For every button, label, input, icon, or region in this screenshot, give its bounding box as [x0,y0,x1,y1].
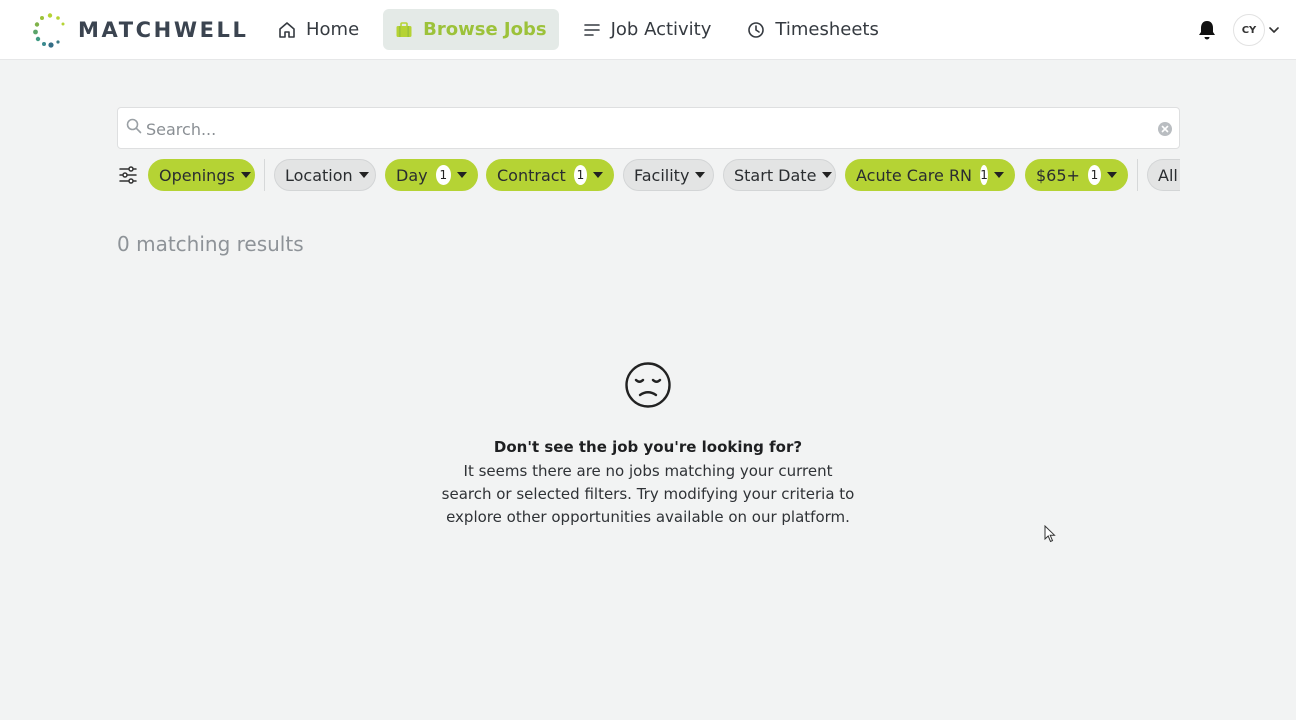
filter-pay-rate-label: $65+ [1036,165,1080,185]
filter-facility-label: Facility [634,165,690,185]
mouse-cursor-icon [1044,525,1056,543]
filter-day[interactable]: Day 1 [385,159,478,191]
filter-all-label: All [1158,165,1178,185]
nav-home[interactable]: Home [266,9,371,50]
nav-timesheets-label: Timesheets [775,19,879,40]
caret-down-icon [593,172,603,178]
brand-name: MATCHWELL [78,18,249,42]
filter-location-label: Location [285,165,353,185]
filter-divider [1137,159,1138,191]
briefcase-icon [396,21,412,37]
filter-openings[interactable]: Openings [148,159,255,191]
search-bar [117,107,1180,149]
caret-down-icon [457,172,467,178]
caret-down-icon [822,172,833,178]
filter-divider [264,159,265,191]
sad-face-icon [625,362,671,408]
home-icon [279,21,295,38]
matchwell-logo[interactable]: MATCHWELL [32,12,249,48]
caret-down-icon [358,172,369,178]
nav-home-label: Home [306,19,360,40]
filter-acute-care-rn[interactable]: Acute Care RN 1 [845,159,1015,191]
filter-start-date[interactable]: Start Date [723,159,836,191]
clock-icon [748,21,765,38]
filter-start-date-label: Start Date [734,165,817,185]
nav-timesheets[interactable]: Timesheets [735,9,890,50]
filter-count-badge: 1 [1087,165,1101,185]
nav-job-activity[interactable]: Job Activity [571,9,724,50]
filter-all[interactable]: All [1147,159,1180,191]
user-avatar[interactable]: CY [1233,14,1265,46]
nav-browse-jobs[interactable]: Browse Jobs [383,9,559,50]
filter-count-badge: 1 [980,165,988,185]
filter-count-badge: 1 [435,165,451,185]
results-count: 0 matching results [117,232,304,256]
main-nav: Home Browse Jobs Job Activity Timesheets [266,9,903,50]
caret-down-icon [1107,172,1117,178]
nav-job-activity-label: Job Activity [610,19,712,40]
empty-state-title: Don't see the job you're looking for? [493,438,803,456]
chevron-down-icon[interactable] [1268,24,1280,36]
empty-state-message: It seems there are no jobs matching your… [441,462,855,526]
filter-day-label: Day [396,165,428,185]
filter-settings-icon[interactable] [118,165,138,185]
bell-icon[interactable] [1196,19,1218,41]
filter-pay-rate[interactable]: $65+ 1 [1025,159,1128,191]
caret-down-icon [695,172,706,178]
search-input[interactable] [146,116,1146,142]
top-navigation-bar: MATCHWELL Home Browse Jobs Job Activity … [0,0,1296,60]
search-icon [126,118,142,134]
filter-acute-care-rn-label: Acute Care RN [856,165,973,185]
filter-contract-label: Contract [497,165,566,185]
filter-facility[interactable]: Facility [623,159,714,191]
filter-location[interactable]: Location [274,159,376,191]
caret-down-icon [994,172,1004,178]
filter-contract[interactable]: Contract 1 [486,159,614,191]
clear-search-icon[interactable] [1157,121,1173,137]
filter-openings-label: Openings [159,165,235,185]
nav-browse-jobs-label: Browse Jobs [423,19,547,40]
filter-count-badge: 1 [573,165,587,185]
list-icon [583,23,600,36]
logo-mark-icon [33,13,65,48]
caret-down-icon [240,172,251,178]
